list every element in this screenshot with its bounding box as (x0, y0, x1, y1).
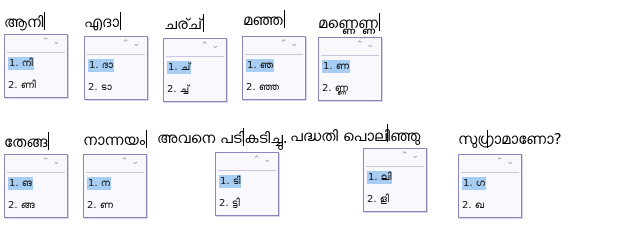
candidate-option-2[interactable]: 2. ഖ (459, 195, 521, 217)
candidate-option-2[interactable]: 2. ളി (364, 189, 426, 211)
candidate-option-1[interactable]: 1. ണ (319, 56, 381, 78)
candidate-option-1[interactable]: 1. നി (5, 53, 67, 75)
candidate-option-1[interactable]: 1. ച് (164, 57, 226, 79)
composed-word-8: അവനെ പടികടിച്ചു. (157, 129, 288, 147)
candidate-option-2[interactable]: 2. ണ്ണ (319, 78, 381, 100)
composed-word-10: സുഗ്രാമാണോ? (458, 130, 562, 148)
composed-word-6: തേങ്ങ (4, 132, 50, 151)
page-arrows-icon[interactable]: ⌃⌄ (496, 156, 517, 169)
candidate-option-2[interactable]: 2. ങ്ങ (5, 195, 67, 217)
candidate-option-1[interactable]: 1. ടി (216, 171, 278, 193)
candidate-window-9: ⌃⌄ 1. ലി 2. ളി (363, 148, 427, 212)
candidate-window-5: ⌃⌄ 1. ണ 2. ണ്ണ (318, 37, 382, 101)
page-arrows-icon[interactable]: ⌃⌄ (356, 39, 377, 52)
text-caret (387, 124, 388, 142)
candidate-window-2: ⌃⌄ 1. ദാ 2. ടാ (84, 36, 148, 100)
candidate-window-3: ⌃⌄ 1. ച് 2. ച്ച് (163, 38, 227, 102)
page-arrows-icon[interactable]: ⌃⌄ (42, 36, 63, 49)
text-caret (378, 13, 380, 31)
candidate-option-1[interactable]: 1. ന (84, 173, 146, 195)
composed-word-9: പദ്ധതി പൊലിഞ്ഞു (290, 127, 421, 145)
text-caret (146, 130, 148, 148)
candidate-window-8: ⌃⌄ 1. ടി 2. ട്ടി (215, 152, 279, 216)
text-caret (119, 12, 121, 30)
composed-word-1: ആനി (4, 12, 46, 31)
candidate-window-1: ⌃⌄ 1. നി 2. ണി (4, 34, 68, 98)
page-arrows-icon[interactable]: ⌃⌄ (121, 156, 142, 169)
text-caret (243, 128, 244, 146)
candidate-option-2[interactable]: 2. ണ (84, 195, 146, 217)
candidate-option-2[interactable]: 2. ണി (5, 75, 67, 97)
candidate-option-2[interactable]: 2. ഞ്ഞ (243, 77, 305, 99)
composed-word-4: മഞ്ഞ (243, 10, 285, 29)
candidate-option-1[interactable]: 1. ങ (5, 173, 67, 195)
candidate-option-1[interactable]: 1. ലി (364, 167, 426, 189)
candidate-option-2[interactable]: 2. ട്ടി (216, 193, 278, 215)
candidate-option-1[interactable]: 1. ഞ (243, 55, 305, 77)
text-caret (487, 130, 488, 148)
candidate-window-4: ⌃⌄ 1. ഞ 2. ഞ്ഞ (242, 36, 306, 100)
candidate-option-2[interactable]: 2. ച്ച് (164, 79, 226, 101)
composed-word-7: നാന്നയം (83, 130, 148, 149)
composed-word-3: ചര്ച് (164, 14, 205, 33)
candidate-option-2[interactable]: 2. ടാ (85, 77, 147, 99)
page-arrows-icon[interactable]: ⌃⌄ (201, 40, 222, 53)
candidate-option-1[interactable]: 1. ഗ (459, 173, 521, 195)
page-arrows-icon[interactable]: ⌃⌄ (401, 150, 422, 163)
candidate-window-7: ⌃⌄ 1. ന 2. ണ (83, 154, 147, 218)
text-caret (48, 132, 50, 150)
page-arrows-icon[interactable]: ⌃⌄ (122, 38, 143, 51)
candidate-option-1[interactable]: 1. ദാ (85, 55, 147, 77)
composed-word-2: എദാ (84, 12, 121, 31)
text-caret (44, 12, 46, 30)
composed-word-5: മണ്ണെണ്ണ (318, 13, 380, 32)
text-caret (203, 14, 205, 32)
page-arrows-icon[interactable]: ⌃⌄ (42, 156, 63, 169)
text-caret (283, 10, 285, 28)
page-arrows-icon[interactable]: ⌃⌄ (280, 38, 301, 51)
page-arrows-icon[interactable]: ⌃⌄ (253, 154, 274, 167)
candidate-window-6: ⌃⌄ 1. ങ 2. ങ്ങ (4, 154, 68, 218)
candidate-window-10: ⌃⌄ 1. ഗ 2. ഖ (458, 154, 522, 218)
